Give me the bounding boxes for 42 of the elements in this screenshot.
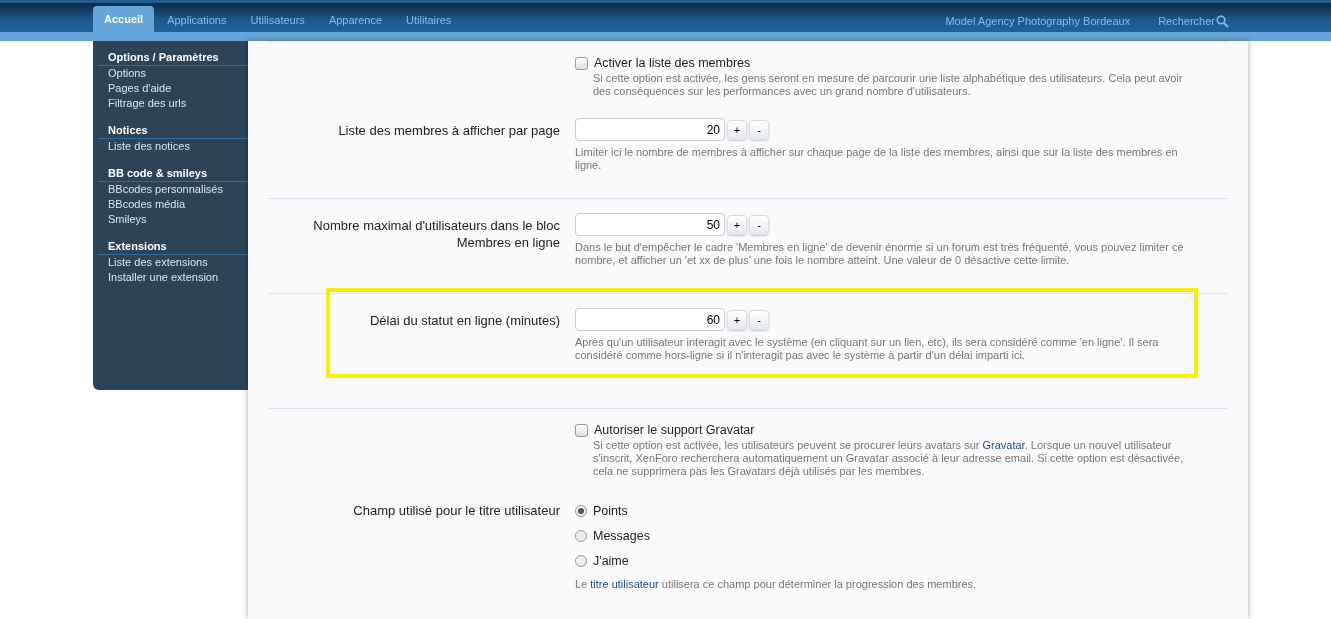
option-label: Nombre maximal d'utilisateurs dans le bloc Membres en ligne (312, 217, 560, 252)
option-hint: Dans le but d'empêcher le cadre 'Membres en ligne' de devenir énorme si un forum est très fréquenté, vous pouvez limiter ce nombre, et afficher un 'et xx de plus' une fois le nombre atteint. Une valeur de 0 désactive cette limite. (575, 241, 1185, 267)
increment-button[interactable]: + (727, 309, 747, 330)
decrement-button[interactable]: - (749, 214, 769, 235)
checkbox-option[interactable]: Autoriser le support Gravatar (575, 423, 1195, 437)
option-label: Champ utilisé pour le titre utilisateur (352, 502, 560, 520)
sidebar-item[interactable]: BBcodes personnalisés (93, 182, 248, 197)
checkbox-option[interactable]: Activer la liste des membres (575, 56, 1195, 70)
sidebar-item[interactable]: Pages d'aide (93, 81, 248, 96)
option-hint: Si cette option est activée, les utilisateurs peuvent se procurer leurs avatars sur Gravatar. Lorsque un nouvel utilisateur s'inscrit, XenForo recherchera automatiquement un Gravatar associé à leur adresse email. Si cette option est désactivée, cela ne supprimera pas les Gravatars déjà utilisés par les membres. (592, 439, 1185, 478)
option-hint: Le titre utilisateur utilisera ce champ pour déterminer la progression des membres. (575, 578, 978, 591)
nav-tab[interactable]: Utilisateurs (239, 10, 316, 32)
hint-link[interactable]: titre utilisateur (590, 578, 659, 590)
option-label: Délai du statut en ligne (minutes) (368, 312, 560, 330)
nav-tab[interactable]: Applications (156, 10, 238, 32)
option-hint: Si cette option est activée, les gens seront en mesure de parcourir une liste alphabétique des utilisateurs. Cela peut avoir des conséquences sur les performances avec un grand nombre d'utilisateurs. (592, 72, 1184, 98)
hint-link[interactable]: Gravatar (982, 439, 1025, 451)
option-label: Liste des membres à afficher par page (337, 122, 560, 140)
sidebar-item[interactable]: Liste des notices (93, 139, 248, 154)
decrement-button[interactable]: - (749, 119, 769, 140)
search-link[interactable]: Rechercher (1146, 10, 1245, 32)
sidebar-item[interactable]: Filtrage des urls (93, 96, 248, 111)
sidebar-item[interactable]: Smileys (93, 212, 248, 227)
sidebar-item[interactable]: Options (93, 66, 248, 81)
decrement-button[interactable]: - (749, 309, 769, 330)
number-field[interactable]: 50 (575, 213, 725, 236)
radio-option[interactable]: Messages (575, 523, 1195, 548)
radio-option[interactable]: Points (575, 498, 1195, 523)
sidebar-item[interactable]: Installer une extension (93, 270, 248, 285)
increment-button[interactable]: + (727, 214, 747, 235)
option-hint: Après qu'un utilisateur interagit avec le système (en cliquant sur un lien, etc), ils sera considéré comme 'en ligne'. Il sera considéré comme hors-ligne si il n'interagit pas avec le système à partir d'un délai imparti ici. (575, 336, 1160, 362)
nav-tab[interactable]: Apparence (317, 10, 394, 32)
site-link[interactable]: Model Agency Photography Bordeaux (933, 10, 1147, 32)
radio-option[interactable]: J'aime (575, 548, 1195, 573)
increment-button[interactable]: + (727, 119, 747, 140)
sidebar-item[interactable]: Liste des extensions (93, 255, 248, 270)
option-hint: Limiter ici le nombre de membres à afficher sur chaque page de la liste des membres, ainsi que sur la liste des membres en ligne. (575, 146, 1179, 172)
nav-tab[interactable]: Utilitaires (395, 10, 463, 32)
number-field[interactable]: 20 (575, 118, 725, 141)
search-icon (1216, 14, 1229, 28)
number-field[interactable]: 60 (575, 308, 725, 331)
sidebar-item[interactable]: BBcodes média (93, 197, 248, 212)
